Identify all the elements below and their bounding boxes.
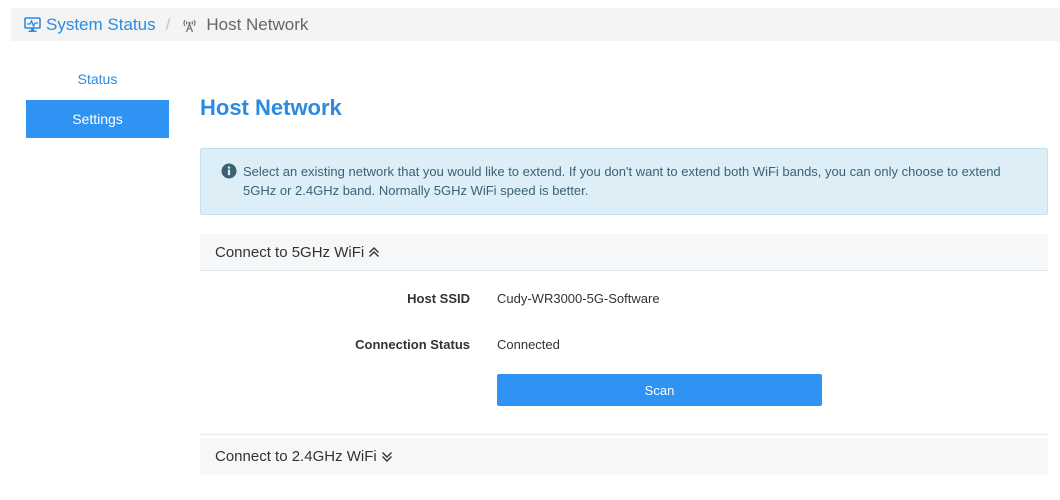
section-5ghz-header[interactable]: Connect to 5GHz WiFi (200, 234, 1048, 271)
breadcrumb: System Status / Host Network (11, 8, 1060, 41)
page-title: Host Network (200, 95, 342, 120)
host-ssid-value: Cudy-WR3000-5G-Software (497, 291, 660, 306)
sidebar-item-settings[interactable]: Settings (26, 100, 169, 138)
section-24ghz-title: Connect to 2.4GHz WiFi (215, 448, 377, 465)
sidebar-item-label: Status (77, 71, 118, 87)
alert-text: Select an existing network that you woul… (243, 162, 1001, 200)
monitor-icon (24, 16, 41, 33)
breadcrumb-current-label: Host Network (206, 14, 309, 34)
info-icon (221, 163, 237, 179)
breadcrumb-root-label: System Status (46, 14, 156, 34)
sidebar-item-label: Settings (72, 111, 123, 127)
breadcrumb-host-network: Host Network (181, 15, 308, 35)
sidebar-item-status[interactable]: Status (26, 66, 169, 92)
antenna-icon (181, 16, 198, 33)
connection-status-label: Connection Status (355, 337, 470, 352)
connection-status-value: Connected (497, 337, 560, 352)
section-divider (200, 434, 1048, 435)
chevron-double-down-icon (381, 451, 393, 463)
info-alert: Select an existing network that you woul… (200, 148, 1048, 215)
section-5ghz-title: Connect to 5GHz WiFi (215, 243, 365, 261)
alert-line-2: 5GHz or 2.4GHz band. Normally 5GHz WiFi … (243, 183, 589, 198)
alert-line-1: Select an existing network that you woul… (243, 164, 1001, 179)
section-24ghz-header[interactable]: Connect to 2.4GHz WiFi (200, 438, 1048, 475)
scan-button[interactable]: Scan (497, 374, 822, 406)
breadcrumb-system-status[interactable]: System Status (24, 15, 156, 35)
chevron-double-up-icon (368, 246, 380, 258)
breadcrumb-separator: / (165, 14, 171, 34)
host-ssid-label: Host SSID (407, 291, 470, 306)
